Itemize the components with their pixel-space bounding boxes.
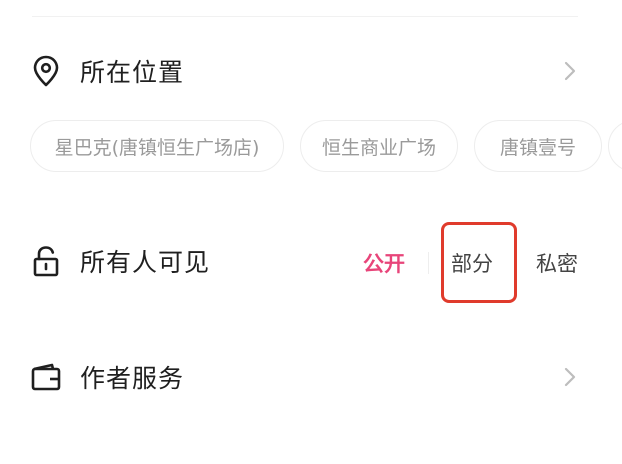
location-chip[interactable]: 唐镇壹号 — [474, 120, 602, 172]
visibility-row: 所有人可见 公开 部分 私密 — [0, 236, 622, 286]
visibility-label: 所有人可见 — [80, 248, 211, 277]
location-row[interactable]: 所在位置 — [0, 48, 622, 94]
location-label: 所在位置 — [80, 58, 185, 87]
wallet-icon — [30, 361, 62, 393]
location-chip[interactable]: 星巴克(唐镇恒生广场店) — [30, 120, 284, 172]
author-services-label: 作者服务 — [80, 364, 185, 393]
visibility-divider — [428, 252, 429, 274]
visibility-option-partial[interactable]: 部分 — [451, 248, 493, 278]
chevron-right-icon[interactable] — [560, 364, 580, 390]
location-chip[interactable]: 恒生商业广场 — [300, 120, 458, 172]
visibility-option-private[interactable]: 私密 — [536, 248, 578, 278]
visibility-option-public[interactable]: 公开 — [363, 248, 405, 278]
location-suggestions: 星巴克(唐镇恒生广场店) 恒生商业广场 唐镇壹号 — [30, 120, 622, 174]
map-pin-icon — [30, 55, 62, 87]
author-services-row[interactable]: 作者服务 — [0, 354, 622, 400]
location-chip-partial[interactable] — [608, 120, 622, 172]
chevron-right-icon[interactable] — [560, 58, 580, 84]
unlock-icon — [30, 245, 62, 277]
top-divider — [32, 16, 578, 17]
